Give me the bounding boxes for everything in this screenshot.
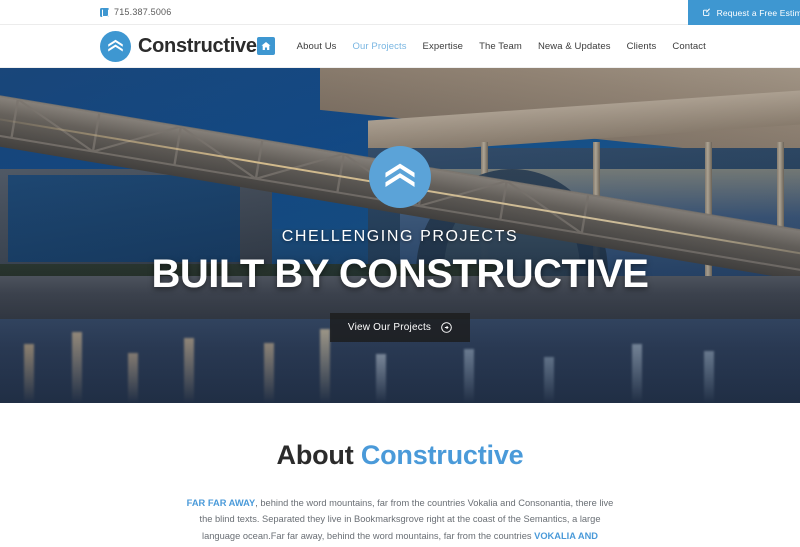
hero-subtitle: CHELLENGING PROJECTS	[281, 228, 519, 245]
about-title-plain: About	[276, 440, 361, 470]
phone-icon	[100, 7, 109, 17]
nav-item-expertise[interactable]: Expertise	[415, 41, 472, 52]
top-bar: 715.387.5006 Request a Free Estimation	[0, 0, 800, 25]
hero-banner: CHELLENGING PROJECTS BUILT BY CONSTRUCTI…	[0, 68, 800, 403]
brand-logo[interactable]: Constructive	[100, 30, 257, 62]
nav-item-about-us[interactable]: About Us	[289, 41, 345, 52]
about-title-highlight: Constructive	[360, 440, 524, 470]
nav-item-news-updates[interactable]: Newa & Updates	[530, 41, 619, 52]
site-header: Constructive About Us Our Projects Exper…	[0, 25, 800, 68]
nav-item-clients[interactable]: Clients	[619, 41, 665, 52]
view-our-projects-button[interactable]: View Our Projects	[329, 313, 471, 342]
circle-arrow-right-icon	[441, 322, 452, 333]
brand-name: Constructive	[138, 34, 257, 57]
view-our-projects-label: View Our Projects	[347, 322, 432, 333]
chevron-stack-logo-icon	[100, 30, 131, 62]
nav-item-our-projects[interactable]: Our Projects	[345, 41, 415, 52]
about-title: About Constructive	[0, 440, 800, 471]
main-navigation: About Us Our Projects Expertise The Team…	[256, 37, 706, 55]
pencil-square-icon	[702, 8, 711, 17]
about-paragraph: FAR FAR AWAY, behind the word mountains,…	[185, 495, 615, 547]
home-icon[interactable]	[256, 37, 275, 55]
top-bar-inner: 715.387.5006 Request a Free Estimation	[100, 0, 800, 25]
hero-chevron-stack-logo-icon	[369, 146, 431, 208]
phone-link[interactable]: 715.387.5006	[100, 7, 171, 17]
about-lead-text: FAR FAR AWAY	[186, 498, 256, 508]
hero-title: BUILT BY CONSTRUCTIVE	[151, 252, 649, 296]
request-estimation-label: Request a Free Estimation	[716, 7, 800, 18]
hero-content: CHELLENGING PROJECTS BUILT BY CONSTRUCTI…	[0, 68, 800, 403]
about-section: About Constructive FAR FAR AWAY, behind …	[0, 403, 800, 547]
nav-item-contact[interactable]: Contact	[664, 41, 705, 52]
phone-number: 715.387.5006	[114, 7, 172, 17]
nav-item-the-team[interactable]: The Team	[471, 41, 530, 52]
header-inner: Constructive About Us Our Projects Exper…	[100, 25, 706, 67]
request-estimation-button[interactable]: Request a Free Estimation	[687, 0, 800, 25]
